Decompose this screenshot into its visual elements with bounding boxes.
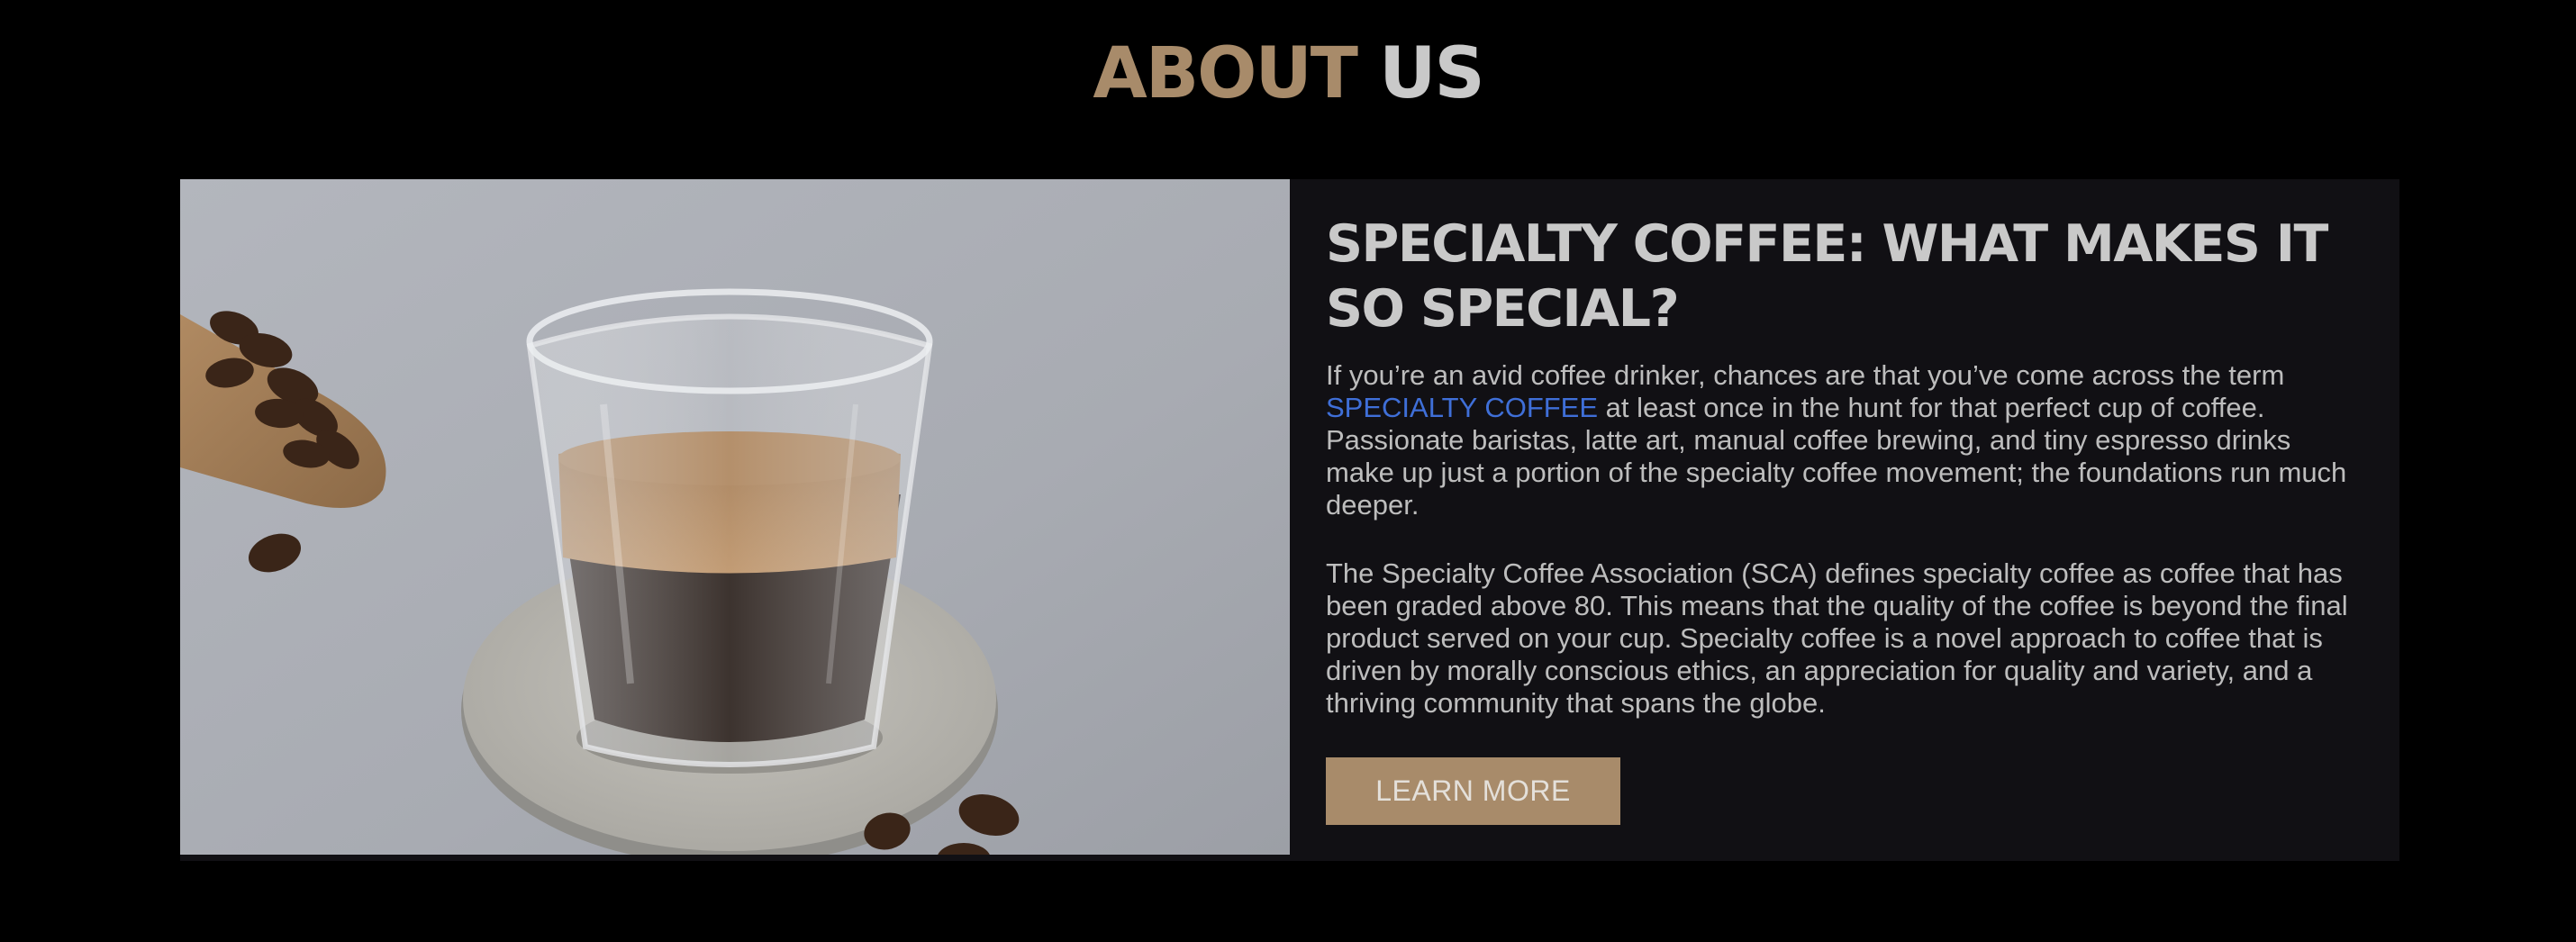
- section-title: ABOUT US: [0, 31, 2576, 117]
- section-title-accent: ABOUT: [1093, 33, 1358, 114]
- section-title-rest: US: [1379, 33, 1485, 114]
- article-paragraph-2: The Specialty Coffee Association (SCA) d…: [1326, 557, 2348, 719]
- article-content: SPECIALTY COFFEE: WHAT MAKES IT SO SPECI…: [1326, 212, 2362, 720]
- paragraph-1-intro: If you’re an avid coffee drinker, chance…: [1326, 359, 2285, 391]
- about-card: SPECIALTY COFFEE: WHAT MAKES IT SO SPECI…: [180, 179, 2399, 861]
- espresso-photo: [180, 179, 1290, 855]
- article-heading: SPECIALTY COFFEE: WHAT MAKES IT SO SPECI…: [1326, 214, 2328, 339]
- specialty-coffee-link[interactable]: SPECIALTY COFFEE: [1326, 392, 1598, 423]
- article-paragraph-1: If you’re an avid coffee drinker, chance…: [1326, 359, 2362, 521]
- learn-more-button[interactable]: LEARN MORE: [1326, 757, 1620, 825]
